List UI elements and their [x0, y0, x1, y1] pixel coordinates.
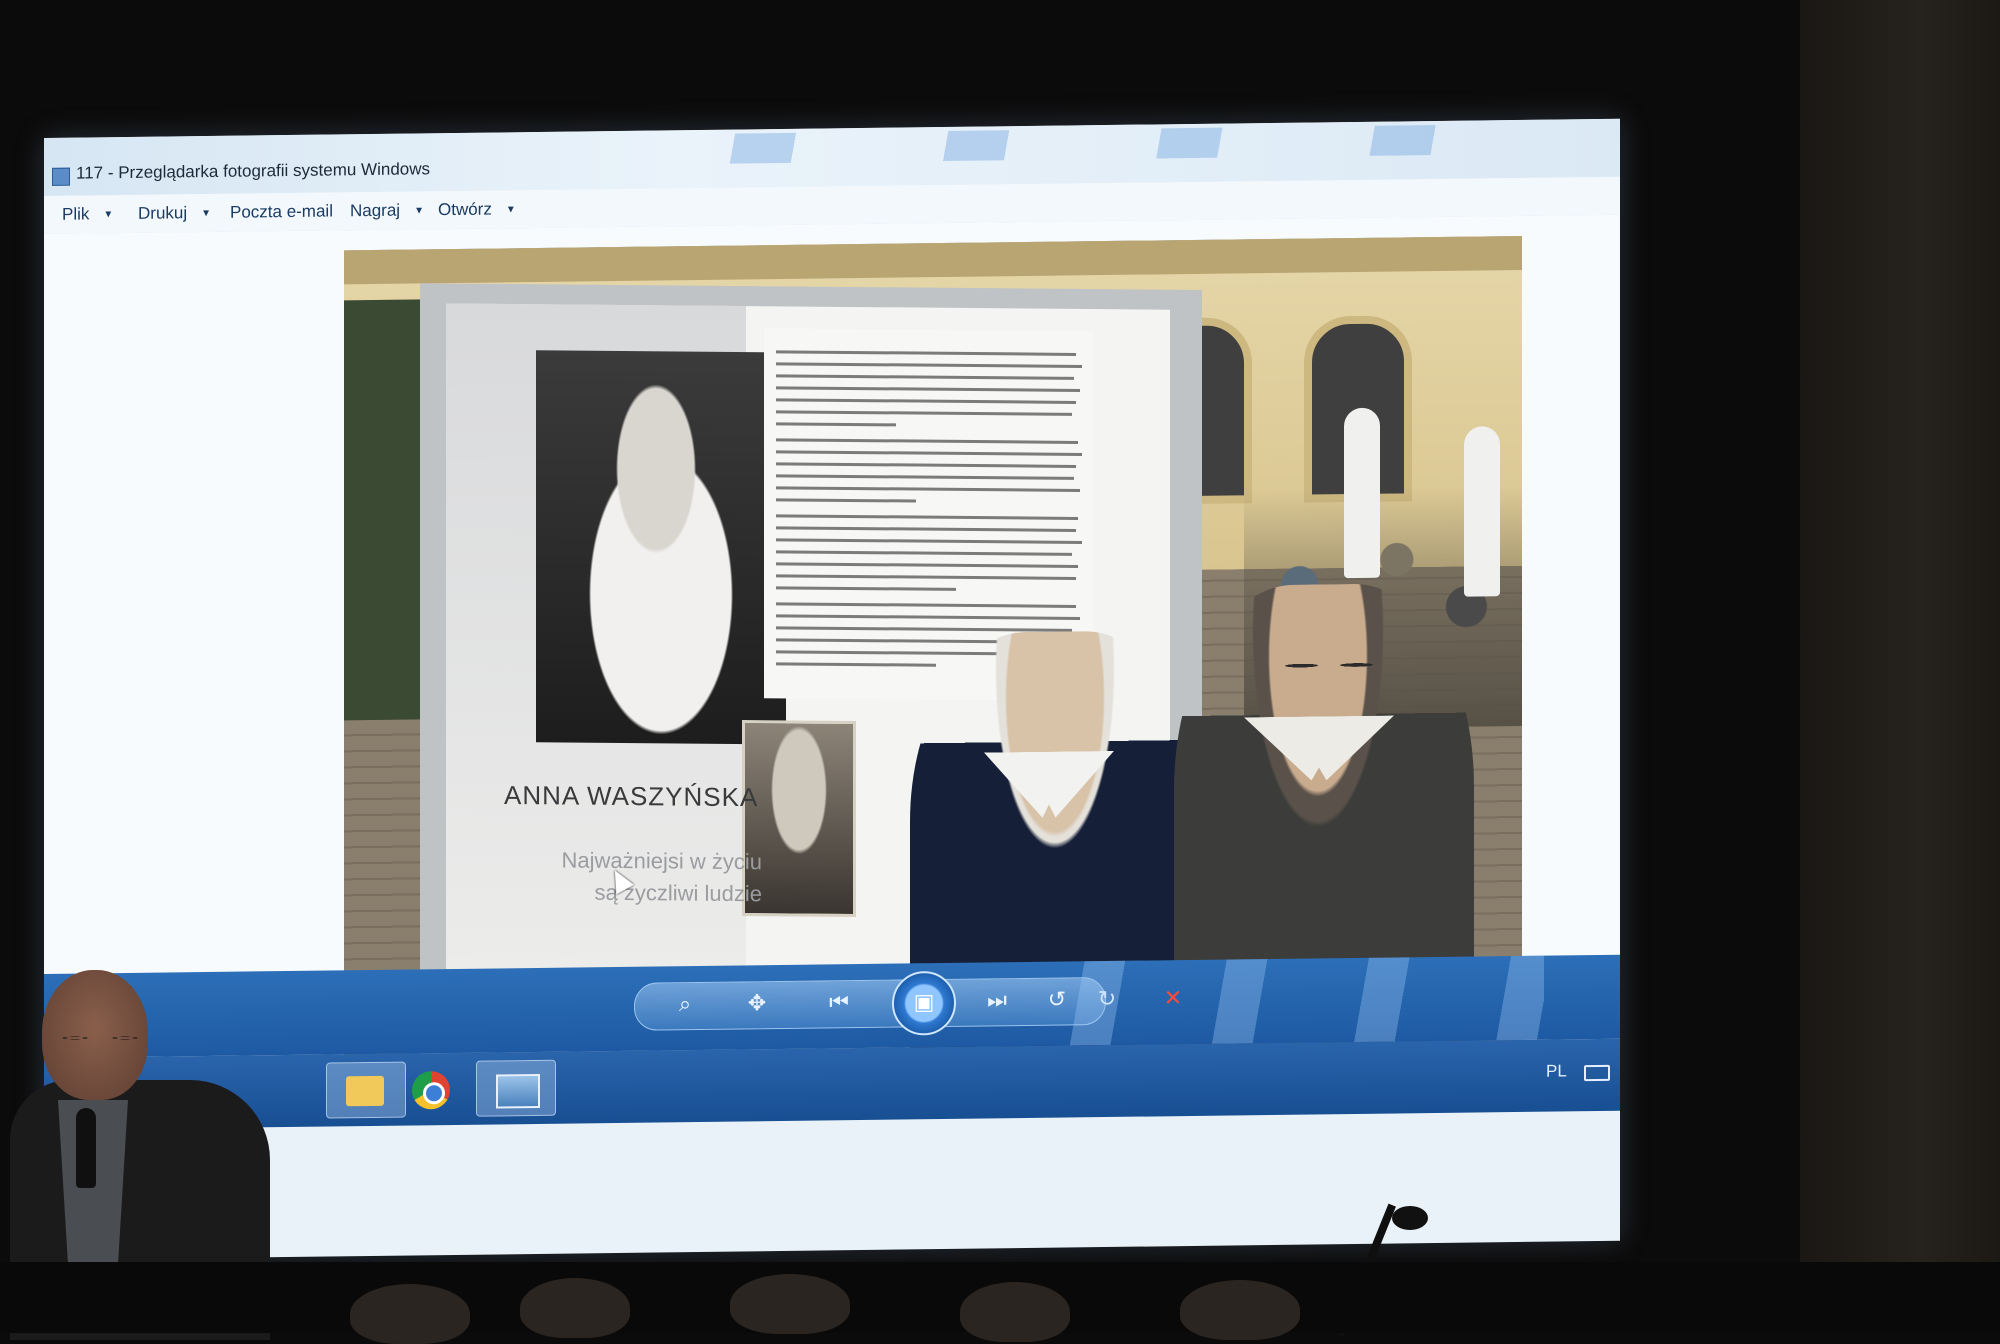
audience	[0, 1262, 2000, 1344]
microphone-icon	[76, 1108, 96, 1188]
audience-head	[960, 1282, 1070, 1342]
menu-email[interactable]: Poczta e-mail	[230, 201, 333, 222]
window-title: 117 - Przeglądarka fotografii systemu Wi…	[76, 159, 431, 183]
room-wall	[1800, 0, 2000, 1333]
image-viewport: ANNA WASZYŃSKA Najważniejsi w życiu są ż…	[44, 214, 1620, 1130]
sunglasses	[1274, 655, 1384, 675]
text-line	[776, 586, 956, 591]
menu-print[interactable]: Drukuj ▼	[138, 203, 211, 224]
portrait-photo-large	[536, 350, 786, 745]
text-line	[776, 386, 1080, 392]
folder-icon	[346, 1075, 384, 1107]
text-line	[776, 498, 916, 503]
text-line	[776, 514, 1078, 520]
text-line	[776, 450, 1082, 456]
menu-burn-label: Nagraj	[350, 200, 401, 221]
board-name: ANNA WASZYŃSKA	[504, 779, 759, 813]
rotate-ccw-icon[interactable]: ↺	[1040, 985, 1074, 1015]
audience-head	[350, 1284, 470, 1344]
audience-head	[730, 1274, 850, 1334]
text-line	[776, 662, 936, 667]
menu-file[interactable]: Plik ▼	[62, 204, 113, 225]
magnifier-icon[interactable]: ⌕	[668, 990, 702, 1020]
menu-print-label: Drukuj	[138, 203, 188, 223]
menu-open[interactable]: Otwórz ▼	[438, 199, 516, 220]
menu-email-label: Poczta e-mail	[230, 201, 333, 222]
text-line	[776, 526, 1076, 532]
text-line	[776, 538, 1082, 544]
text-line	[776, 562, 1078, 568]
chrome-icon[interactable]	[412, 1071, 450, 1110]
next-icon[interactable]: ⏭	[980, 986, 1014, 1016]
presenter-glasses	[50, 1030, 150, 1046]
text-line	[776, 486, 1080, 492]
chevron-down-icon: ▼	[505, 204, 516, 216]
text-line	[776, 614, 1080, 620]
market-umbrella	[1344, 407, 1380, 579]
delete-icon[interactable]: ✕	[1156, 984, 1190, 1014]
text-line	[776, 574, 1076, 580]
board-quote: Najważniejsi w życiu są życzliwi ludzie	[522, 844, 762, 910]
menu-open-label: Otwórz	[438, 199, 492, 220]
audience-head	[520, 1278, 630, 1338]
text-line	[776, 438, 1078, 444]
chevron-down-icon: ▼	[103, 209, 114, 221]
control-pill	[634, 977, 1106, 1031]
audience-head	[1180, 1280, 1300, 1340]
market-umbrella	[1464, 426, 1500, 597]
text-line	[776, 410, 1072, 416]
actual-size-icon[interactable]: ✥	[740, 989, 774, 1019]
text-line	[776, 422, 896, 427]
text-line	[776, 350, 1076, 356]
chevron-down-icon: ▼	[414, 205, 424, 217]
text-line	[776, 362, 1082, 368]
text-line	[776, 474, 1074, 480]
battery-icon[interactable]	[1584, 1064, 1610, 1082]
chevron-down-icon: ▼	[201, 207, 212, 220]
projected-screen: 117 - Przeglądarka fotografii systemu Wi…	[44, 118, 1620, 1260]
building-cornice	[344, 235, 1522, 285]
menu-burn[interactable]: Nagraj ▼	[350, 200, 424, 221]
text-line	[776, 398, 1076, 404]
rotate-cw-icon[interactable]: ↻	[1090, 985, 1124, 1015]
text-line	[776, 374, 1074, 380]
board-quote-line-1: Najważniejsi w życiu	[561, 847, 762, 875]
text-line	[776, 462, 1076, 468]
photo-viewer-app-icon	[52, 167, 70, 186]
photo-viewer-icon	[496, 1073, 540, 1109]
menu-file-label: Plik	[62, 204, 90, 224]
text-line	[776, 602, 1076, 608]
previous-icon[interactable]: ⏮	[822, 988, 856, 1018]
text-line	[776, 550, 1072, 556]
microphone-head-icon	[1392, 1206, 1428, 1230]
language-indicator[interactable]: PL	[1546, 1061, 1567, 1081]
board-quote-line-2: są życzliwi ludzie	[594, 879, 763, 907]
